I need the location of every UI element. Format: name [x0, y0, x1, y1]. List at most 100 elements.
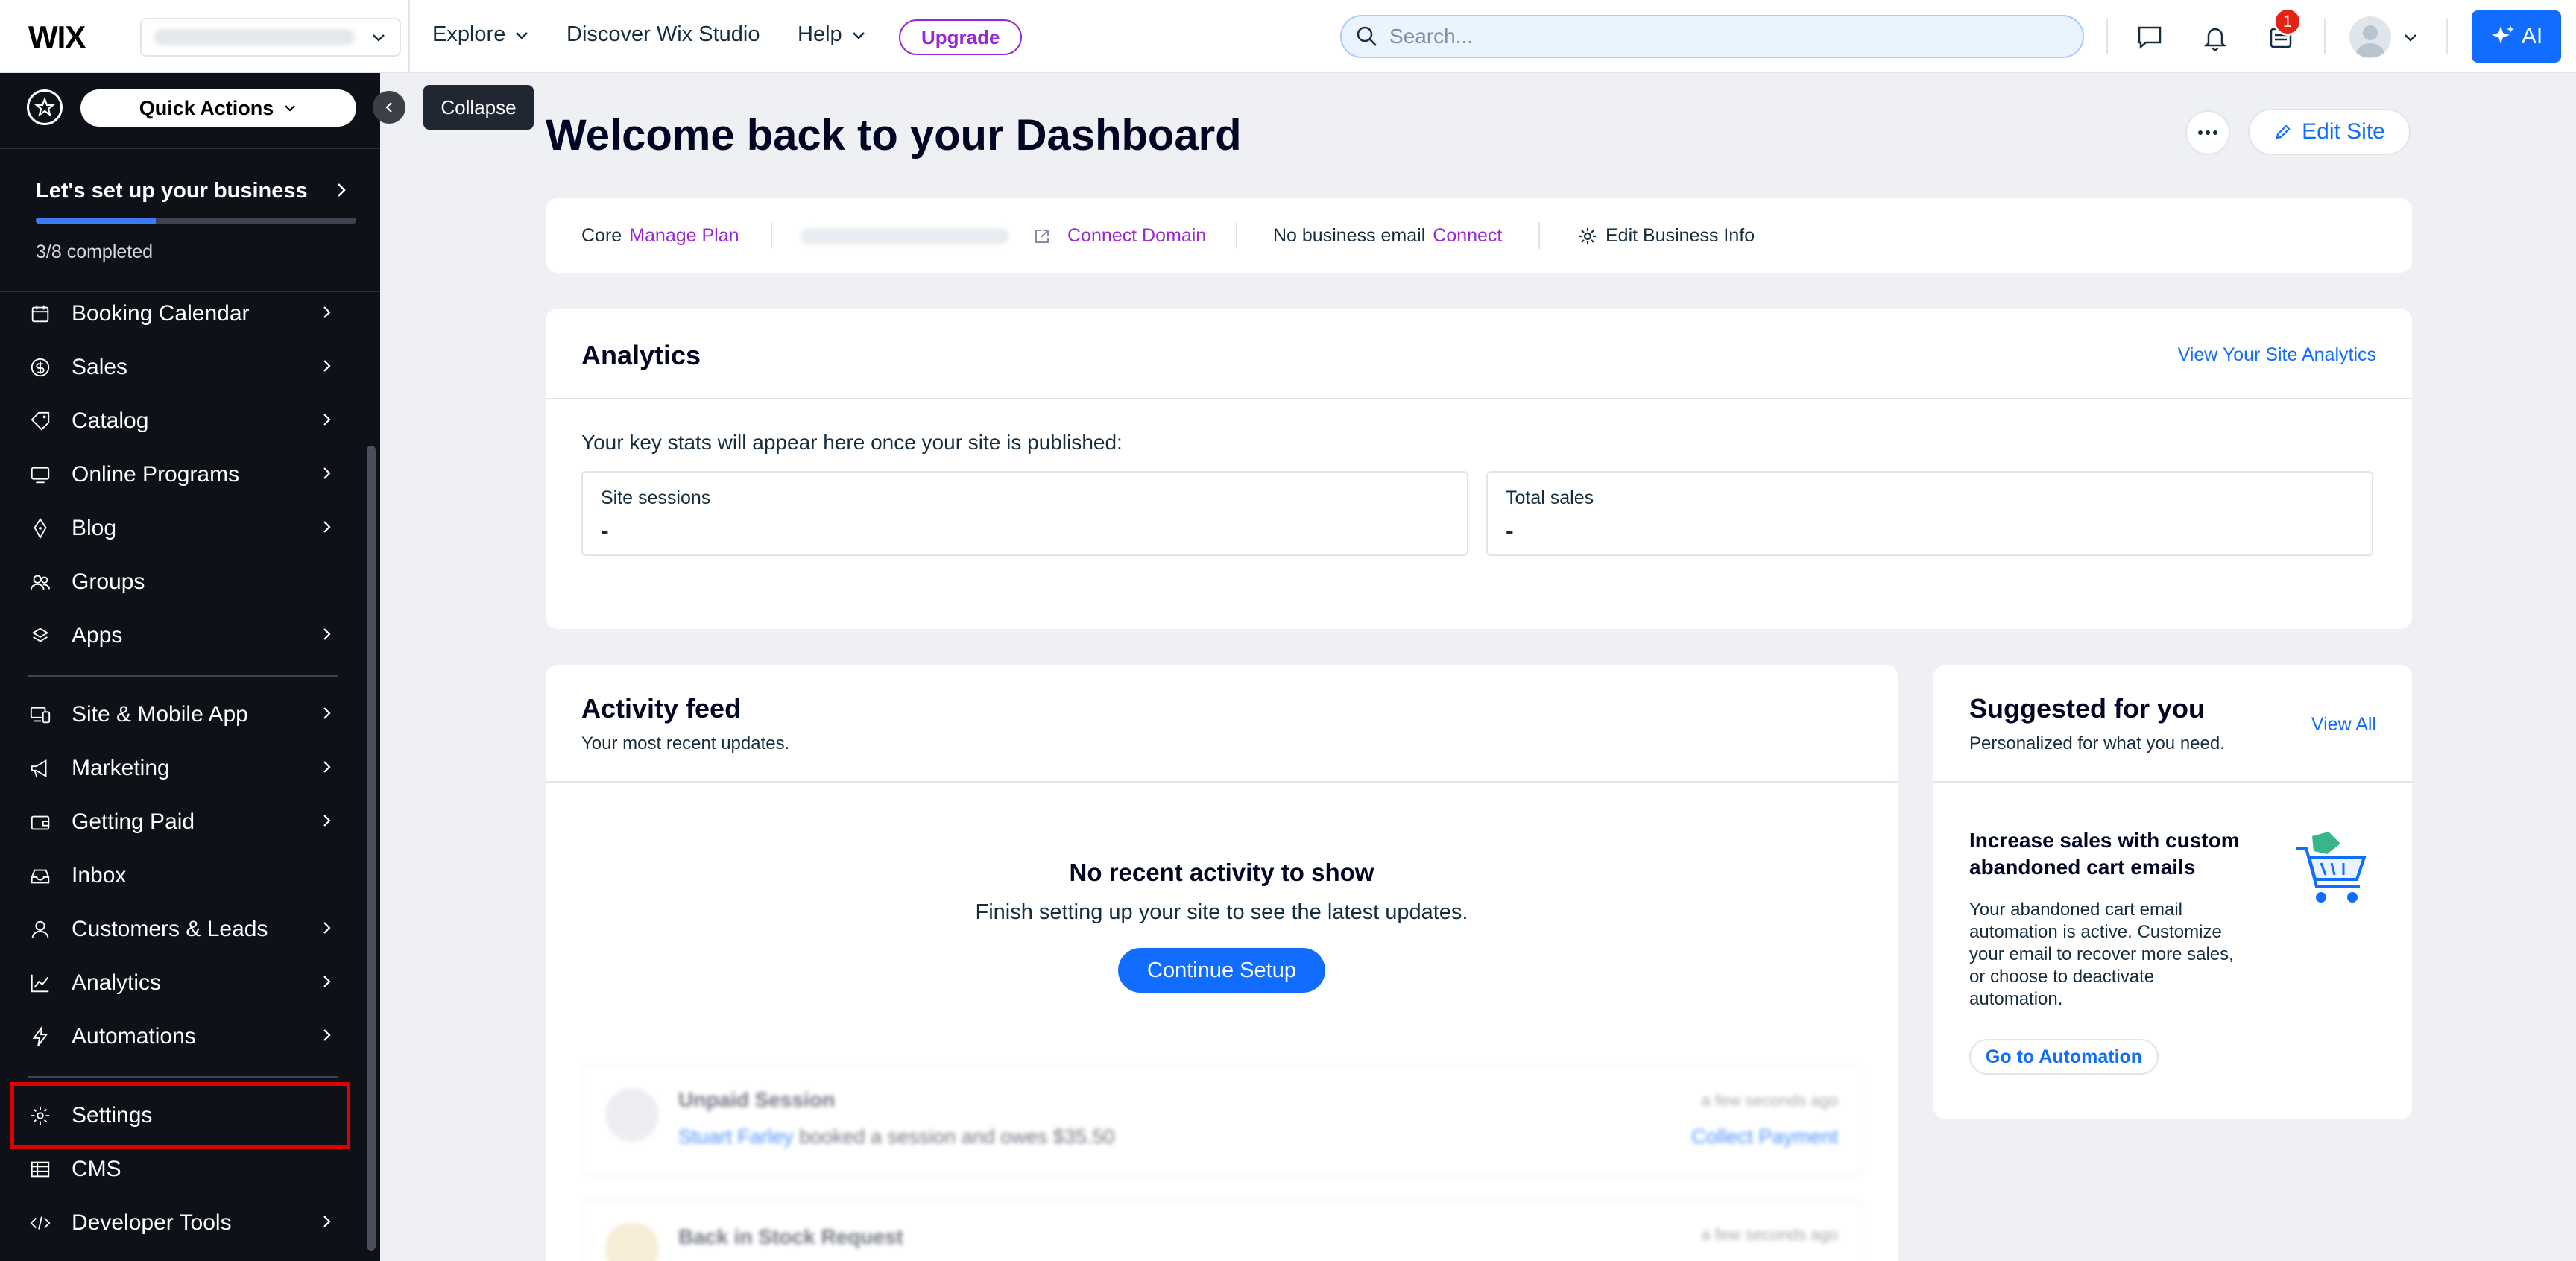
activity-customer: Stuart Farley	[678, 1125, 794, 1148]
sidebar-item-label: Online Programs	[72, 462, 240, 487]
divider	[408, 0, 410, 73]
quick-actions-button[interactable]: Quick Actions	[80, 89, 356, 127]
sidebar-scrollbar[interactable]	[367, 446, 376, 1251]
sidebar-item-catalog[interactable]: Catalog	[0, 396, 350, 446]
sidebar-item-groups[interactable]: Groups	[0, 557, 350, 607]
divider	[2446, 19, 2448, 54]
bell-icon[interactable]	[2199, 21, 2232, 54]
suggested-card: Suggested for you View All Personalized …	[1933, 665, 2412, 1119]
sidebar-item-label: Booking Calendar	[72, 301, 250, 326]
stat-label: Site sessions	[601, 487, 711, 508]
sidebar-item-analytics[interactable]: Analytics	[0, 958, 350, 1008]
chevron-right-icon	[319, 303, 334, 325]
plan-name: Core	[581, 225, 622, 246]
sidebar-item-label: Developer Tools	[72, 1210, 232, 1235]
edit-site-label: Edit Site	[2302, 119, 2385, 144]
sidebar-item-cms[interactable]: CMS	[0, 1145, 350, 1194]
sidebar-item-site-and-mobile-app[interactable]: Site & Mobile App	[0, 690, 350, 739]
nav-help[interactable]: Help	[798, 22, 868, 47]
connect-email-link[interactable]: Connect	[1433, 225, 1502, 247]
favorites-button[interactable]	[27, 89, 63, 125]
gear-icon	[1579, 227, 1596, 244]
stat-value: -	[1506, 517, 1514, 544]
chevron-right-icon	[319, 1213, 334, 1234]
collapse-sidebar-button[interactable]	[373, 91, 405, 124]
continue-setup-button[interactable]: Continue Setup	[1118, 948, 1325, 993]
sidebar-item-label: Sales	[72, 355, 128, 379]
upgrade-button[interactable]: Upgrade	[899, 19, 1023, 55]
divider	[28, 1076, 338, 1078]
chevron-right-icon	[338, 183, 346, 197]
nav-help-label: Help	[798, 22, 842, 46]
chevron-right-icon	[319, 518, 334, 540]
sidebar-item-label: Blog	[72, 516, 117, 540]
search-icon	[1357, 26, 1377, 46]
site-info-bar: Core Manage Plan Connect Domain No busin…	[546, 198, 2412, 273]
sidebar-item-booking-calendar[interactable]: Booking Calendar	[0, 289, 350, 338]
external-link-icon[interactable]	[1033, 227, 1051, 245]
edit-business-label: Edit Business Info	[1606, 225, 1755, 246]
star-icon	[34, 97, 55, 117]
chevron-right-icon	[319, 411, 334, 432]
sidebar-item-label: Inbox	[72, 863, 127, 888]
monitor-icon	[28, 463, 52, 487]
top-bar: WIX Explore Discover Wix Studio Help Upg…	[0, 0, 2576, 73]
divider	[28, 675, 338, 677]
sidebar-item-sales[interactable]: Sales	[0, 343, 350, 392]
sidebar-item-inbox[interactable]: Inbox	[0, 851, 350, 900]
chevron-down-icon[interactable]	[2402, 28, 2419, 46]
connect-domain-link[interactable]: Connect Domain	[1067, 225, 1206, 247]
chevron-left-icon	[385, 102, 392, 113]
chevron-right-icon	[319, 973, 334, 994]
activity-time: a few seconds ago	[1701, 1091, 1838, 1110]
wix-logo[interactable]: WIX	[28, 19, 86, 55]
sidebar-item-marketing[interactable]: Marketing	[0, 744, 350, 793]
view-analytics-link[interactable]: View Your Site Analytics	[2178, 344, 2376, 366]
avatar[interactable]	[2349, 16, 2391, 58]
nav-explore[interactable]: Explore	[432, 22, 531, 47]
sidebar-item-developer-tools[interactable]: Developer Tools	[0, 1198, 350, 1248]
view-all-link[interactable]: View All	[2311, 714, 2376, 736]
edit-site-button[interactable]: Edit Site	[2248, 109, 2411, 155]
site-switcher[interactable]	[140, 18, 401, 57]
suggestion-body: Your abandoned cart email automation is …	[1969, 900, 2234, 1009]
analytics-title: Analytics	[581, 340, 701, 370]
manage-plan-link[interactable]: Manage Plan	[629, 225, 739, 247]
divider	[1538, 222, 1540, 249]
setup-title: Let's set up your business	[36, 179, 308, 203]
activity-icon	[605, 1222, 659, 1261]
edit-business-info[interactable]: Edit Business Info	[1577, 225, 1755, 247]
sidebar-item-getting-paid[interactable]: Getting Paid	[0, 797, 350, 847]
more-icon	[2198, 130, 2217, 135]
sidebar-item-online-programs[interactable]: Online Programs	[0, 450, 350, 499]
chevron-right-icon	[319, 357, 334, 379]
sidebar-item-customers-and-leads[interactable]: Customers & Leads	[0, 905, 350, 954]
sidebar-item-label: Catalog	[72, 408, 149, 433]
sidebar-item-automations[interactable]: Automations	[0, 1012, 350, 1061]
plan-info: Core Manage Plan	[581, 225, 739, 247]
divider	[546, 781, 1898, 783]
chevron-down-icon	[285, 105, 296, 112]
activity-item-placeholder: Unpaid Session a few seconds ago Stuart …	[581, 1064, 1862, 1176]
sidebar-item-label: Analytics	[72, 970, 162, 995]
more-actions-button[interactable]	[2185, 110, 2230, 155]
quick-actions-label: Quick Actions	[139, 96, 274, 119]
ai-button[interactable]: AI	[2472, 10, 2561, 63]
sidebar-item-label: CMS	[72, 1157, 121, 1181]
users-icon	[28, 917, 52, 941]
settings-highlight	[10, 1082, 350, 1149]
setup-progress-bar	[36, 218, 356, 224]
search-input[interactable]	[1389, 25, 2045, 48]
chat-icon[interactable]	[2133, 21, 2166, 54]
search-bar[interactable]	[1340, 15, 2084, 58]
sparkle-icon	[2491, 25, 2514, 44]
page-title: Welcome back to your Dashboard	[546, 111, 1242, 159]
setup-count: 3/8 completed	[36, 241, 154, 262]
go-to-automation-button[interactable]: Go to Automation	[1969, 1039, 2159, 1075]
pen-icon	[28, 516, 52, 540]
collapse-tooltip: Collapse	[423, 85, 534, 130]
nav-discover-wix-studio[interactable]: Discover Wix Studio	[566, 22, 760, 47]
sidebar-item-apps[interactable]: Apps	[0, 611, 350, 660]
sidebar-item-label: Getting Paid	[72, 809, 195, 834]
sidebar-item-blog[interactable]: Blog	[0, 504, 350, 553]
